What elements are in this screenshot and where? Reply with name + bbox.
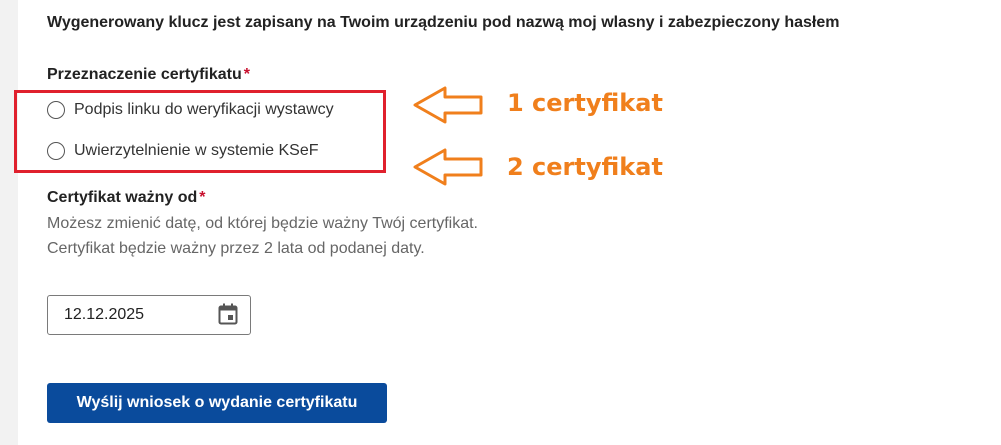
key-info-text: Wygenerowany klucz jest zapisany na Twoi… [47,14,840,31]
submit-certificate-request-button[interactable]: Wyślij wniosek o wydanie certyfikatu [47,383,387,423]
valid-from-help-text: Możesz zmienić datę, od której będzie wa… [47,215,478,257]
purpose-option-label: Podpis linku do weryfikacji wystawcy [74,101,334,118]
annotation-arrow-left-icon [413,86,483,124]
required-mark: * [199,189,206,206]
annotation-text: 1 certyfikat [507,89,663,117]
purpose-label-text: Przeznaczenie certyfikatu [47,66,242,83]
annotation-label-2: 2 certyfikat [507,153,663,181]
radio-button[interactable] [47,142,65,160]
valid-from-date-input[interactable]: 12.12.2025 [47,295,251,335]
purpose-option-ksef-auth[interactable]: Uwierzytelnienie w systemie KSeF [47,142,319,160]
annotation-arrow-left-icon [413,148,483,186]
radio-button[interactable] [47,101,65,119]
valid-from-label: Certyfikat ważny od * [47,189,206,207]
page-left-margin [0,0,18,445]
calendar-icon[interactable] [218,303,238,325]
purpose-label: Przeznaczenie certyfikatu * [47,66,250,84]
purpose-option-link-signature[interactable]: Podpis linku do weryfikacji wystawcy [47,101,334,119]
annotation-text: 2 certyfikat [507,153,663,181]
annotation-label-1: 1 certyfikat [507,89,663,117]
date-value: 12.12.2025 [64,306,145,323]
valid-from-label-text: Certyfikat ważny od [47,189,198,206]
required-mark: * [243,66,250,83]
purpose-option-label: Uwierzytelnienie w systemie KSeF [74,142,319,159]
